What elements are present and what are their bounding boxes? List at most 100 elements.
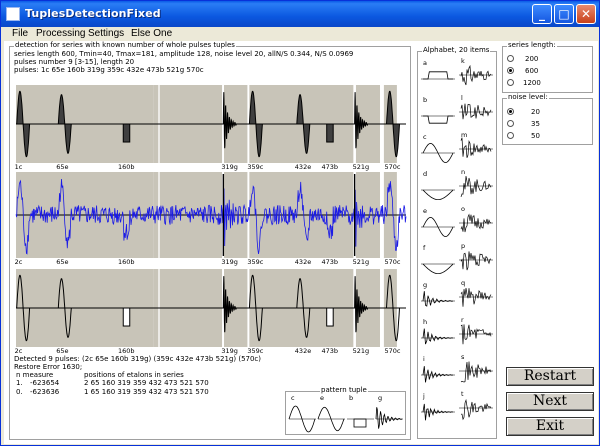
row-1-measure: -623654 xyxy=(30,379,60,387)
restored-signal-panel: 2c 65e 160b 319g 359c 432e 473b 521g 570c xyxy=(15,269,406,355)
restart-button[interactable]: Restart xyxy=(506,367,594,386)
axis-label: 160b xyxy=(118,347,135,355)
alphabet-letter-left: j xyxy=(422,392,425,400)
alphabet-letter-right: l xyxy=(461,94,463,102)
axis-label: 160b xyxy=(118,163,135,171)
series-length-label: series length: xyxy=(507,41,557,49)
alphabet-letter-right: q xyxy=(461,279,465,287)
noise-level-radio-50[interactable] xyxy=(507,132,514,139)
row-2-positions: 1 65 160 319 359 432 473 521 570 xyxy=(84,388,209,396)
alphabet-glyph xyxy=(460,251,492,271)
alphabet-glyph xyxy=(460,398,492,421)
axis-label: 65e xyxy=(56,347,68,355)
menu-else-one[interactable]: Else One xyxy=(131,28,172,39)
alphabet-glyph xyxy=(460,288,492,307)
alphabet-glyph xyxy=(423,115,453,124)
alphabet-glyph xyxy=(422,366,454,383)
alphabet-glyph xyxy=(460,361,492,383)
alphabet-letter-left: f xyxy=(423,244,426,252)
pulse-b-box xyxy=(122,307,131,327)
close-button[interactable]: ✕ xyxy=(576,4,596,24)
axis-label: 319g xyxy=(221,258,238,266)
menu-bar: File Processing Settings Else One xyxy=(2,27,599,41)
axis-label: 65e xyxy=(56,258,68,266)
axis-label: 1c xyxy=(15,163,23,171)
alphabet-letter-left: b xyxy=(423,96,427,104)
alphabet-letter-left: i xyxy=(423,355,425,363)
alphabet-letter-left: a xyxy=(423,59,427,67)
app-window: TuplesDetectionFixed _ □ ✕ File Processi… xyxy=(0,0,600,446)
pattern-tuple-plot: cebg xyxy=(288,394,403,433)
menu-file[interactable]: File xyxy=(12,28,28,39)
source-signal-panel: 1c 65e 160b 319g 359c 432e 473b 521g 570c xyxy=(15,85,406,171)
pattern-b-box xyxy=(353,418,367,428)
noise-level-label: noise level: xyxy=(507,93,549,101)
axis-label: 359c xyxy=(247,347,263,355)
client-area: detection for series with known number o… xyxy=(4,41,598,444)
axis-label: 570c xyxy=(385,258,401,266)
noise-level-option-20: 20 xyxy=(531,108,540,116)
alphabet-glyph xyxy=(422,291,454,307)
next-button[interactable]: Next xyxy=(506,392,594,411)
alphabet-glyph xyxy=(422,263,454,275)
pulse-b-box xyxy=(122,123,131,143)
axis-label: 319g xyxy=(221,347,238,355)
axis-label: 570c xyxy=(385,347,401,355)
axis-label: 359c xyxy=(247,163,263,171)
exit-button[interactable]: Exit xyxy=(506,417,594,436)
pulse-b-box xyxy=(326,123,334,143)
noisy-signal-panel: 2c 65e 160b 319g 359c 432e 473b 521g 570c xyxy=(15,172,407,266)
series-length-radio-200[interactable] xyxy=(507,55,514,62)
axis-label: 160b xyxy=(118,258,135,266)
axis-label: 570c xyxy=(385,163,401,171)
series-length-group xyxy=(502,46,593,93)
pattern-letter: b xyxy=(349,394,353,402)
pattern-letter: g xyxy=(378,394,382,402)
alphabet-glyph xyxy=(460,213,492,233)
alphabet-letter-right: s xyxy=(461,353,465,361)
series-length-radio-1200[interactable] xyxy=(507,79,514,86)
alphabet-glyph xyxy=(460,175,492,198)
alphabet-glyph xyxy=(460,103,492,120)
axis-label: 432e xyxy=(295,258,311,266)
minimize-button[interactable]: _ xyxy=(532,4,552,24)
window-title: TuplesDetectionFixed xyxy=(25,7,161,20)
menu-settings[interactable]: Settings xyxy=(88,28,124,39)
alphabet-letter-right: r xyxy=(461,316,464,324)
axis-label: 521g xyxy=(353,163,370,171)
alphabet-letter-right: p xyxy=(461,242,465,250)
alphabet-letter-left: d xyxy=(423,170,427,178)
alphabet-letter-right: t xyxy=(461,390,464,398)
alphabet-letter-left: e xyxy=(423,207,427,215)
series-length-radio-600[interactable] xyxy=(507,67,514,74)
row-2-measure: -623636 xyxy=(30,388,60,396)
alphabet-glyph xyxy=(422,189,454,201)
maximize-button[interactable]: □ xyxy=(554,4,574,24)
signal-plots: 1c 65e 160b 319g 359c 432e 473b 521g 570c 2c 65e 16… xyxy=(15,85,407,355)
axis-label: 319g xyxy=(221,163,238,171)
noise-level-radio-20[interactable] xyxy=(507,108,514,115)
axis-label: 359c xyxy=(247,258,263,266)
alphabet-letter-right: k xyxy=(461,57,465,65)
alphabet-glyph xyxy=(460,137,492,158)
axis-label: 521g xyxy=(353,258,370,266)
series-length-option-600: 600 xyxy=(525,67,539,75)
noise-level-group xyxy=(502,98,593,145)
title-bar[interactable]: TuplesDetectionFixed _ □ ✕ xyxy=(1,1,599,27)
axis-label: 432e xyxy=(295,347,311,355)
alphabet-glyph xyxy=(423,71,453,80)
alphabet-letter-right: o xyxy=(461,205,465,213)
axis-label: 2c xyxy=(15,347,23,355)
noise-level-option-50: 50 xyxy=(531,132,540,140)
app-icon xyxy=(6,7,20,21)
noise-level-radio-35[interactable] xyxy=(507,120,514,127)
alphabet-letter-right: n xyxy=(461,168,465,176)
series-length-option-200: 200 xyxy=(525,55,539,63)
pattern-glyph xyxy=(375,407,403,429)
menu-processing[interactable]: Processing xyxy=(36,28,85,39)
pattern-letter: e xyxy=(320,394,324,402)
axis-label: 65e xyxy=(56,163,68,171)
series-length-option-1200: 1200 xyxy=(523,79,541,87)
axis-label: 473b xyxy=(321,347,338,355)
axis-label: 432e xyxy=(295,163,311,171)
